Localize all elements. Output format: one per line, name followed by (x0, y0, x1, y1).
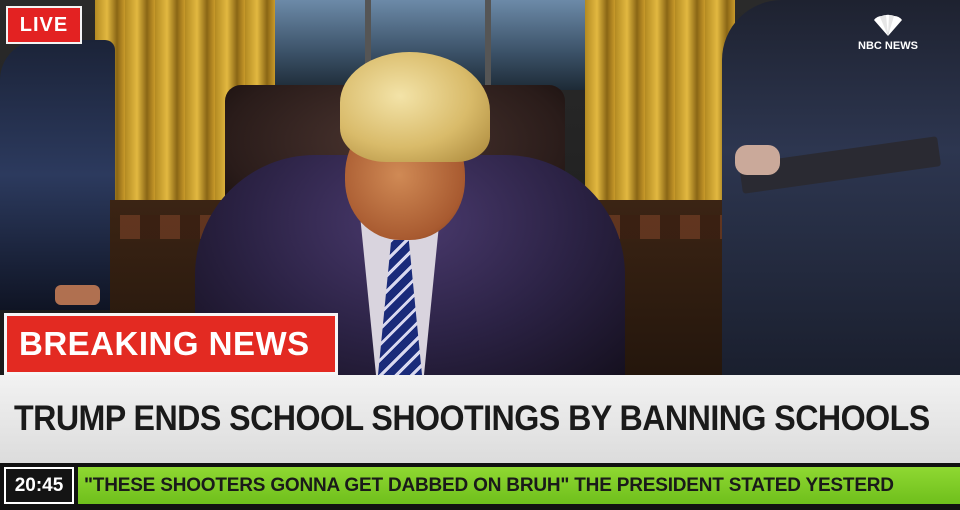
live-badge: LIVE (6, 6, 82, 44)
clock: 20:45 (4, 467, 74, 504)
headline-text: TRUMP ENDS SCHOOL SHOOTINGS BY BANNING S… (14, 399, 930, 438)
ticker-text: "THESE SHOOTERS GONNA GET DABBED ON BRUH… (84, 474, 894, 496)
peacock-icon (874, 14, 902, 36)
network-logo: NBC NEWS (848, 0, 928, 52)
breaking-news-banner: BREAKING NEWS (4, 313, 338, 375)
headline-bar: TRUMP ENDS SCHOOL SHOOTINGS BY BANNING S… (0, 375, 960, 463)
network-name: NBC NEWS (858, 40, 918, 52)
ticker-strip: "THESE SHOOTERS GONNA GET DABBED ON BRUH… (78, 467, 960, 504)
person-left (0, 40, 115, 310)
